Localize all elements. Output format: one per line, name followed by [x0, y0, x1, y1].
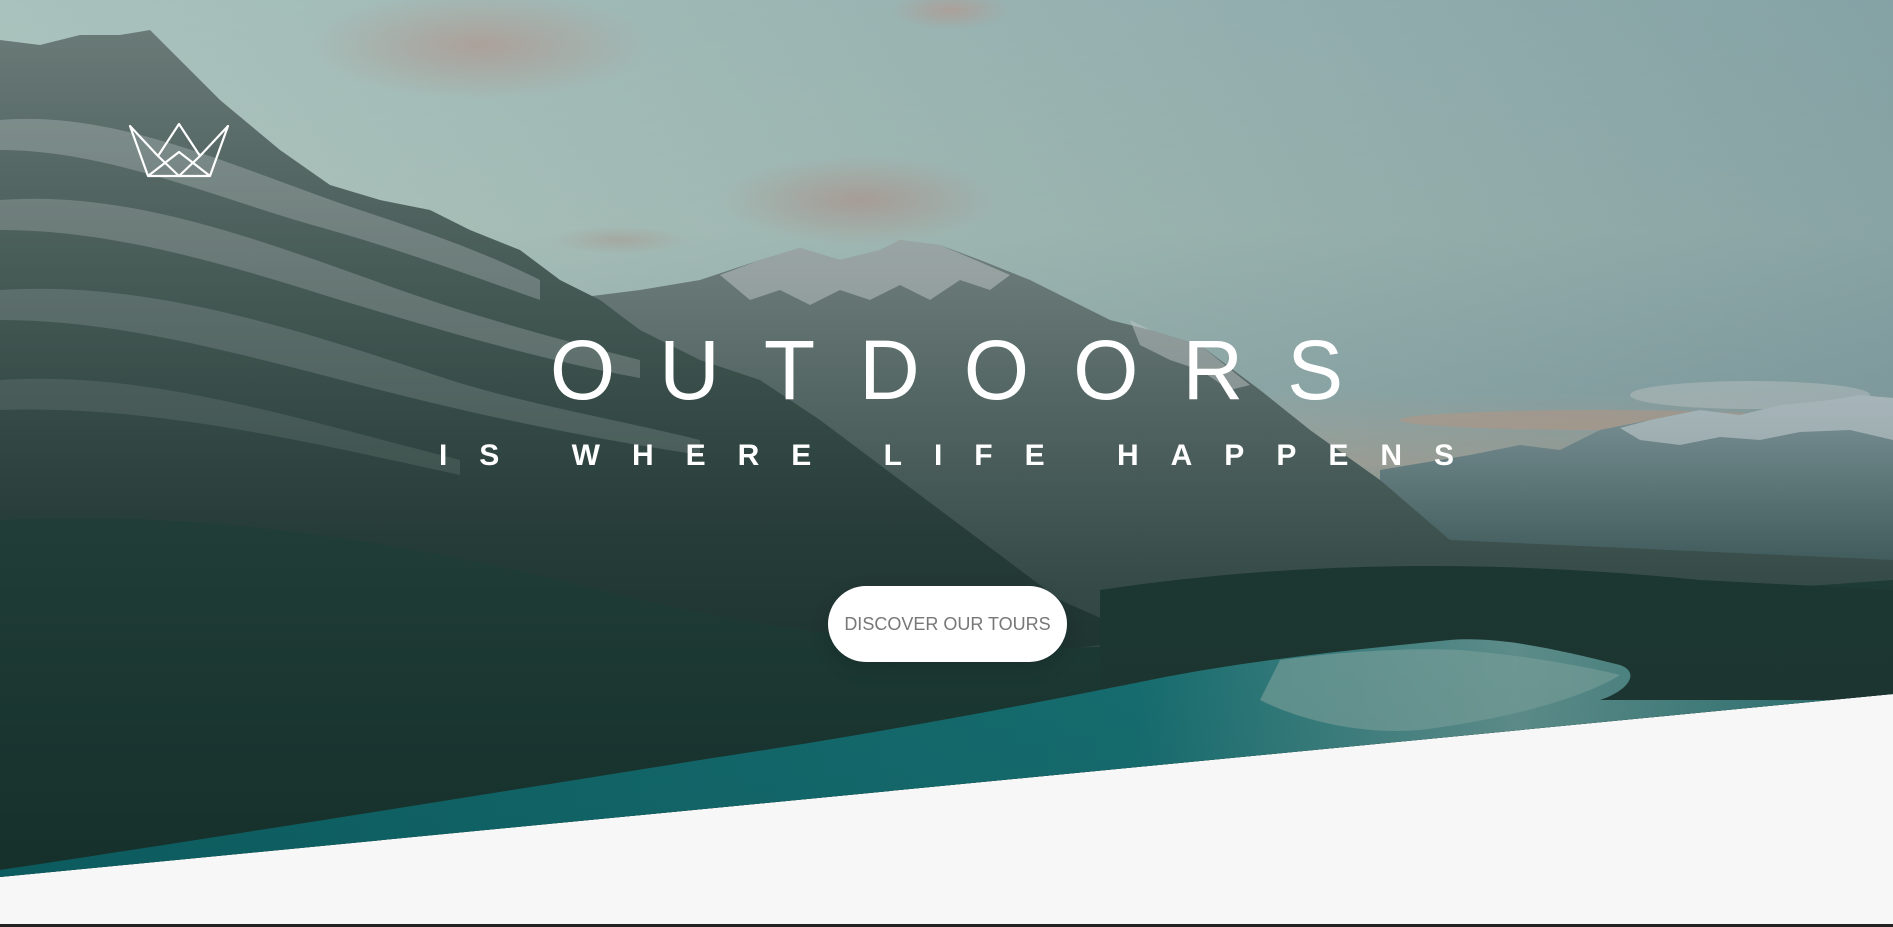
hero-heading-group: OUTDOORS IS WHERE LIFE HAPPENS	[0, 318, 1893, 476]
crown-logo-icon[interactable]	[128, 122, 230, 178]
discover-tours-button[interactable]: DISCOVER OUR TOURS	[828, 586, 1067, 662]
landing-page: OUTDOORS IS WHERE LIFE HAPPENS DISCOVER …	[0, 0, 1893, 927]
hero-title: OUTDOORS	[549, 323, 1388, 417]
hero-subtitle: IS WHERE LIFE HAPPENS	[438, 439, 1487, 472]
hero-section: OUTDOORS IS WHERE LIFE HAPPENS DISCOVER …	[0, 0, 1893, 877]
